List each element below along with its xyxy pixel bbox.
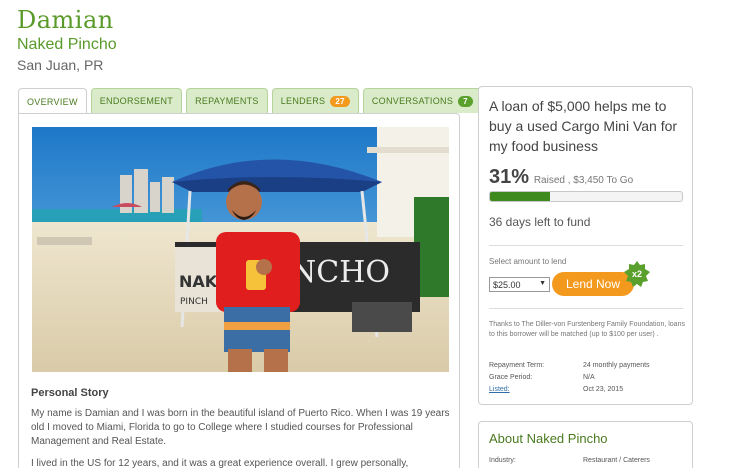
loan-terms: Repayment Term: 24 monthly payments Grac… — [489, 359, 650, 395]
personal-story-text: My name is Damian and I was born in the … — [31, 407, 456, 468]
lend-now-button[interactable]: Lend Now — [552, 272, 634, 296]
selected-amount: $25.00 — [493, 279, 521, 290]
term-row: Listed: Oct 23, 2015 — [489, 383, 650, 395]
story-paragraph: My name is Damian and I was born in the … — [31, 408, 450, 447]
select-caret-icon: ▼ — [539, 280, 546, 287]
tab-label: REPAYMENTS — [195, 96, 259, 106]
grace-period-label: Grace Period: — [489, 373, 533, 381]
tab-label: OVERVIEW — [27, 96, 78, 107]
about-business-card: About Naked Pincho Industry: Restaurant … — [478, 421, 693, 468]
repayment-term-label: Repayment Term: — [489, 361, 545, 369]
match-x2-badge-icon: x2 — [624, 261, 650, 287]
about-business-title: About Naked Pincho — [489, 431, 608, 446]
borrower-location: San Juan, PR — [17, 57, 104, 73]
tab-label: LENDERS — [280, 96, 326, 106]
industry-row: Industry: Restaurant / Caterers — [489, 457, 650, 464]
divider — [489, 245, 683, 246]
tab-repayments[interactable]: REPAYMENTS — [186, 88, 268, 113]
tab-overview[interactable]: OVERVIEW — [18, 88, 87, 114]
funding-status: 31% Raised , $3,450 To Go — [489, 166, 633, 189]
personal-story-heading: Personal Story — [31, 387, 109, 399]
tab-conversations[interactable]: CONVERSATIONS 7 — [362, 88, 482, 113]
matching-note: Thanks to The Diller-von Furstenberg Fam… — [489, 321, 685, 338]
tab-lenders[interactable]: LENDERS 27 — [271, 88, 359, 113]
funded-percent: 31% — [489, 166, 530, 188]
days-left-to-fund: 36 days left to fund — [489, 215, 591, 229]
tab-endorsement[interactable]: ENDORSEMENT — [90, 88, 183, 113]
conversations-count-badge: 7 — [458, 95, 473, 107]
repayment-term-value: 24 monthly payments — [583, 361, 650, 369]
borrower-photo: NAK PINCH NCHO — [32, 127, 449, 372]
tent-sign-left: NAK — [179, 272, 218, 291]
borrower-name: Damian — [17, 6, 114, 34]
select-amount-label: Select amount to lend — [489, 257, 567, 266]
industry-label: Industry: — [489, 457, 516, 464]
term-row: Grace Period: N/A — [489, 371, 650, 383]
tab-label: CONVERSATIONS — [371, 96, 454, 106]
funding-progress-fill — [490, 192, 550, 201]
listed-date-value: Oct 23, 2015 — [583, 385, 624, 393]
match-multiplier: x2 — [631, 269, 642, 279]
business-name: Naked Pincho — [17, 36, 117, 53]
loan-summary-card: A loan of $5,000 helps me to buy a used … — [478, 86, 693, 405]
overview-panel: NAK PINCH NCHO Personal Story My name is… — [18, 113, 460, 468]
borrower-header: Damian Naked Pincho San Juan, PR — [17, 6, 117, 73]
tab-label: ENDORSEMENT — [99, 96, 174, 106]
tent-sign-right: NCHO — [290, 255, 390, 290]
lend-amount-select[interactable]: $25.00 ▼ — [489, 277, 550, 292]
term-row: Repayment Term: 24 monthly payments — [489, 359, 650, 371]
divider — [489, 308, 683, 309]
industry-value: Restaurant / Caterers — [583, 457, 650, 464]
tent-sign-left-2: PINCH — [180, 297, 208, 307]
funding-progress-bar — [489, 191, 683, 202]
grace-period-value: N/A — [583, 373, 595, 381]
loan-use-title: A loan of $5,000 helps me to buy a used … — [489, 98, 678, 154]
story-paragraph: I lived in the US for 12 years, and it w… — [31, 458, 409, 468]
raised-text: Raised , $3,450 To Go — [533, 175, 634, 186]
loan-tabs: OVERVIEW ENDORSEMENT REPAYMENTS LENDERS … — [18, 88, 482, 114]
listed-link[interactable]: Listed: — [489, 386, 583, 393]
lenders-count-badge: 27 — [330, 95, 350, 107]
